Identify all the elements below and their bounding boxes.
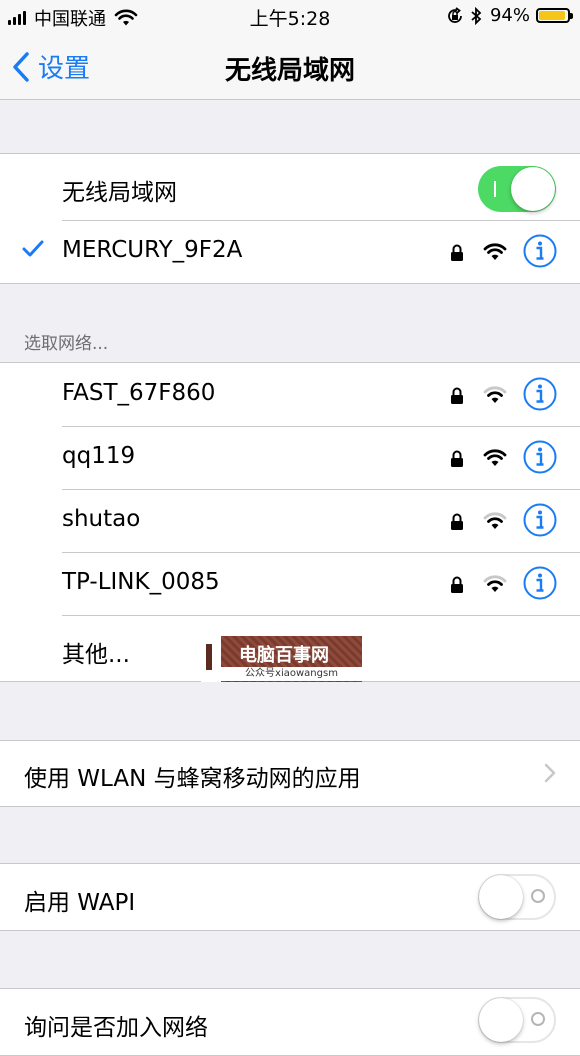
info-icon[interactable] — [523, 377, 557, 411]
network-row[interactable]: qq119 — [0, 426, 580, 489]
network-name: shutao — [62, 506, 141, 532]
lock-icon — [451, 387, 463, 404]
chevron-right-icon — [544, 763, 556, 783]
watermark-title: 电脑百事网 — [239, 645, 329, 666]
toggle-knob — [479, 875, 523, 919]
bluetooth-icon — [471, 6, 482, 25]
wapi-group: 启用 WAPI — [0, 863, 580, 931]
wifi-icon — [483, 512, 507, 529]
network-name: MERCURY_9F2A — [62, 237, 243, 263]
network-row[interactable]: TP-LINK_0085 — [0, 552, 580, 615]
toggle-off-mark — [531, 1012, 545, 1026]
orientation-lock-icon — [448, 6, 462, 23]
watermark-mark — [201, 636, 221, 682]
toggle-knob — [511, 167, 555, 211]
other-network-label: 其他... — [62, 642, 130, 668]
wifi-icon — [483, 386, 507, 403]
network-name: TP-LINK_0085 — [62, 569, 220, 595]
wlan-toggle-row: 无线局域网 — [0, 154, 580, 220]
status-bar: 中国联通 上午5:28 94% — [0, 0, 580, 32]
navigation-bar: 设置 无线局域网 — [0, 32, 580, 100]
ask-to-join-label: 询问是否加入网络 — [24, 1015, 208, 1041]
toggle-off-mark — [531, 889, 545, 903]
ask-join-group: 询问是否加入网络 — [0, 988, 580, 1056]
wapi-toggle-switch[interactable] — [478, 874, 556, 920]
info-icon[interactable] — [523, 566, 557, 600]
apps-group: 使用 WLAN 与蜂窝移动网的应用 — [0, 740, 580, 807]
choose-network-header: 选取网络... — [24, 334, 109, 354]
networks-group: FAST_67F860 qq119 shutao TP-LINK_0085 其他… — [0, 362, 580, 682]
wlan-toggle-switch[interactable] — [478, 166, 556, 212]
lock-icon — [451, 450, 463, 467]
network-row[interactable]: FAST_67F860 — [0, 363, 580, 426]
network-name: qq119 — [62, 443, 136, 469]
wlan-toggle-label: 无线局域网 — [62, 180, 177, 206]
toggle-knob — [479, 998, 523, 1042]
info-icon[interactable] — [523, 503, 557, 537]
wifi-icon — [483, 575, 507, 592]
wapi-row: 启用 WAPI — [0, 864, 580, 930]
info-icon[interactable] — [523, 440, 557, 474]
toggle-on-mark — [494, 181, 496, 197]
status-bar-right: 94% — [446, 5, 573, 26]
page-title: 无线局域网 — [224, 56, 355, 86]
battery-percent: 94% — [489, 5, 530, 26]
wifi-icon — [483, 449, 507, 466]
wlan-cellular-apps-label: 使用 WLAN 与蜂窝移动网的应用 — [24, 766, 361, 792]
wifi-icon — [483, 243, 507, 260]
checkmark-icon — [22, 240, 44, 257]
wapi-label: 启用 WAPI — [24, 890, 136, 916]
wlan-group: 无线局域网 MERCURY_9F2A — [0, 153, 580, 284]
ask-to-join-toggle-switch[interactable] — [478, 997, 556, 1043]
watermark-subtitle: 公众号xiaowangsm — [221, 667, 362, 681]
lock-icon — [451, 513, 463, 530]
watermark-logo: 电脑百事网 公众号xiaowangsm — [201, 636, 362, 682]
wlan-cellular-apps-row[interactable]: 使用 WLAN 与蜂窝移动网的应用 — [0, 741, 580, 806]
lock-icon — [451, 576, 463, 593]
battery-icon — [536, 8, 573, 23]
info-icon[interactable] — [523, 234, 557, 268]
battery-fill — [539, 11, 566, 20]
ask-to-join-row: 询问是否加入网络 — [0, 989, 580, 1055]
network-row[interactable]: shutao — [0, 489, 580, 552]
connected-network-row[interactable]: MERCURY_9F2A — [0, 220, 580, 283]
network-name: FAST_67F860 — [62, 380, 216, 406]
lock-icon — [451, 244, 463, 261]
